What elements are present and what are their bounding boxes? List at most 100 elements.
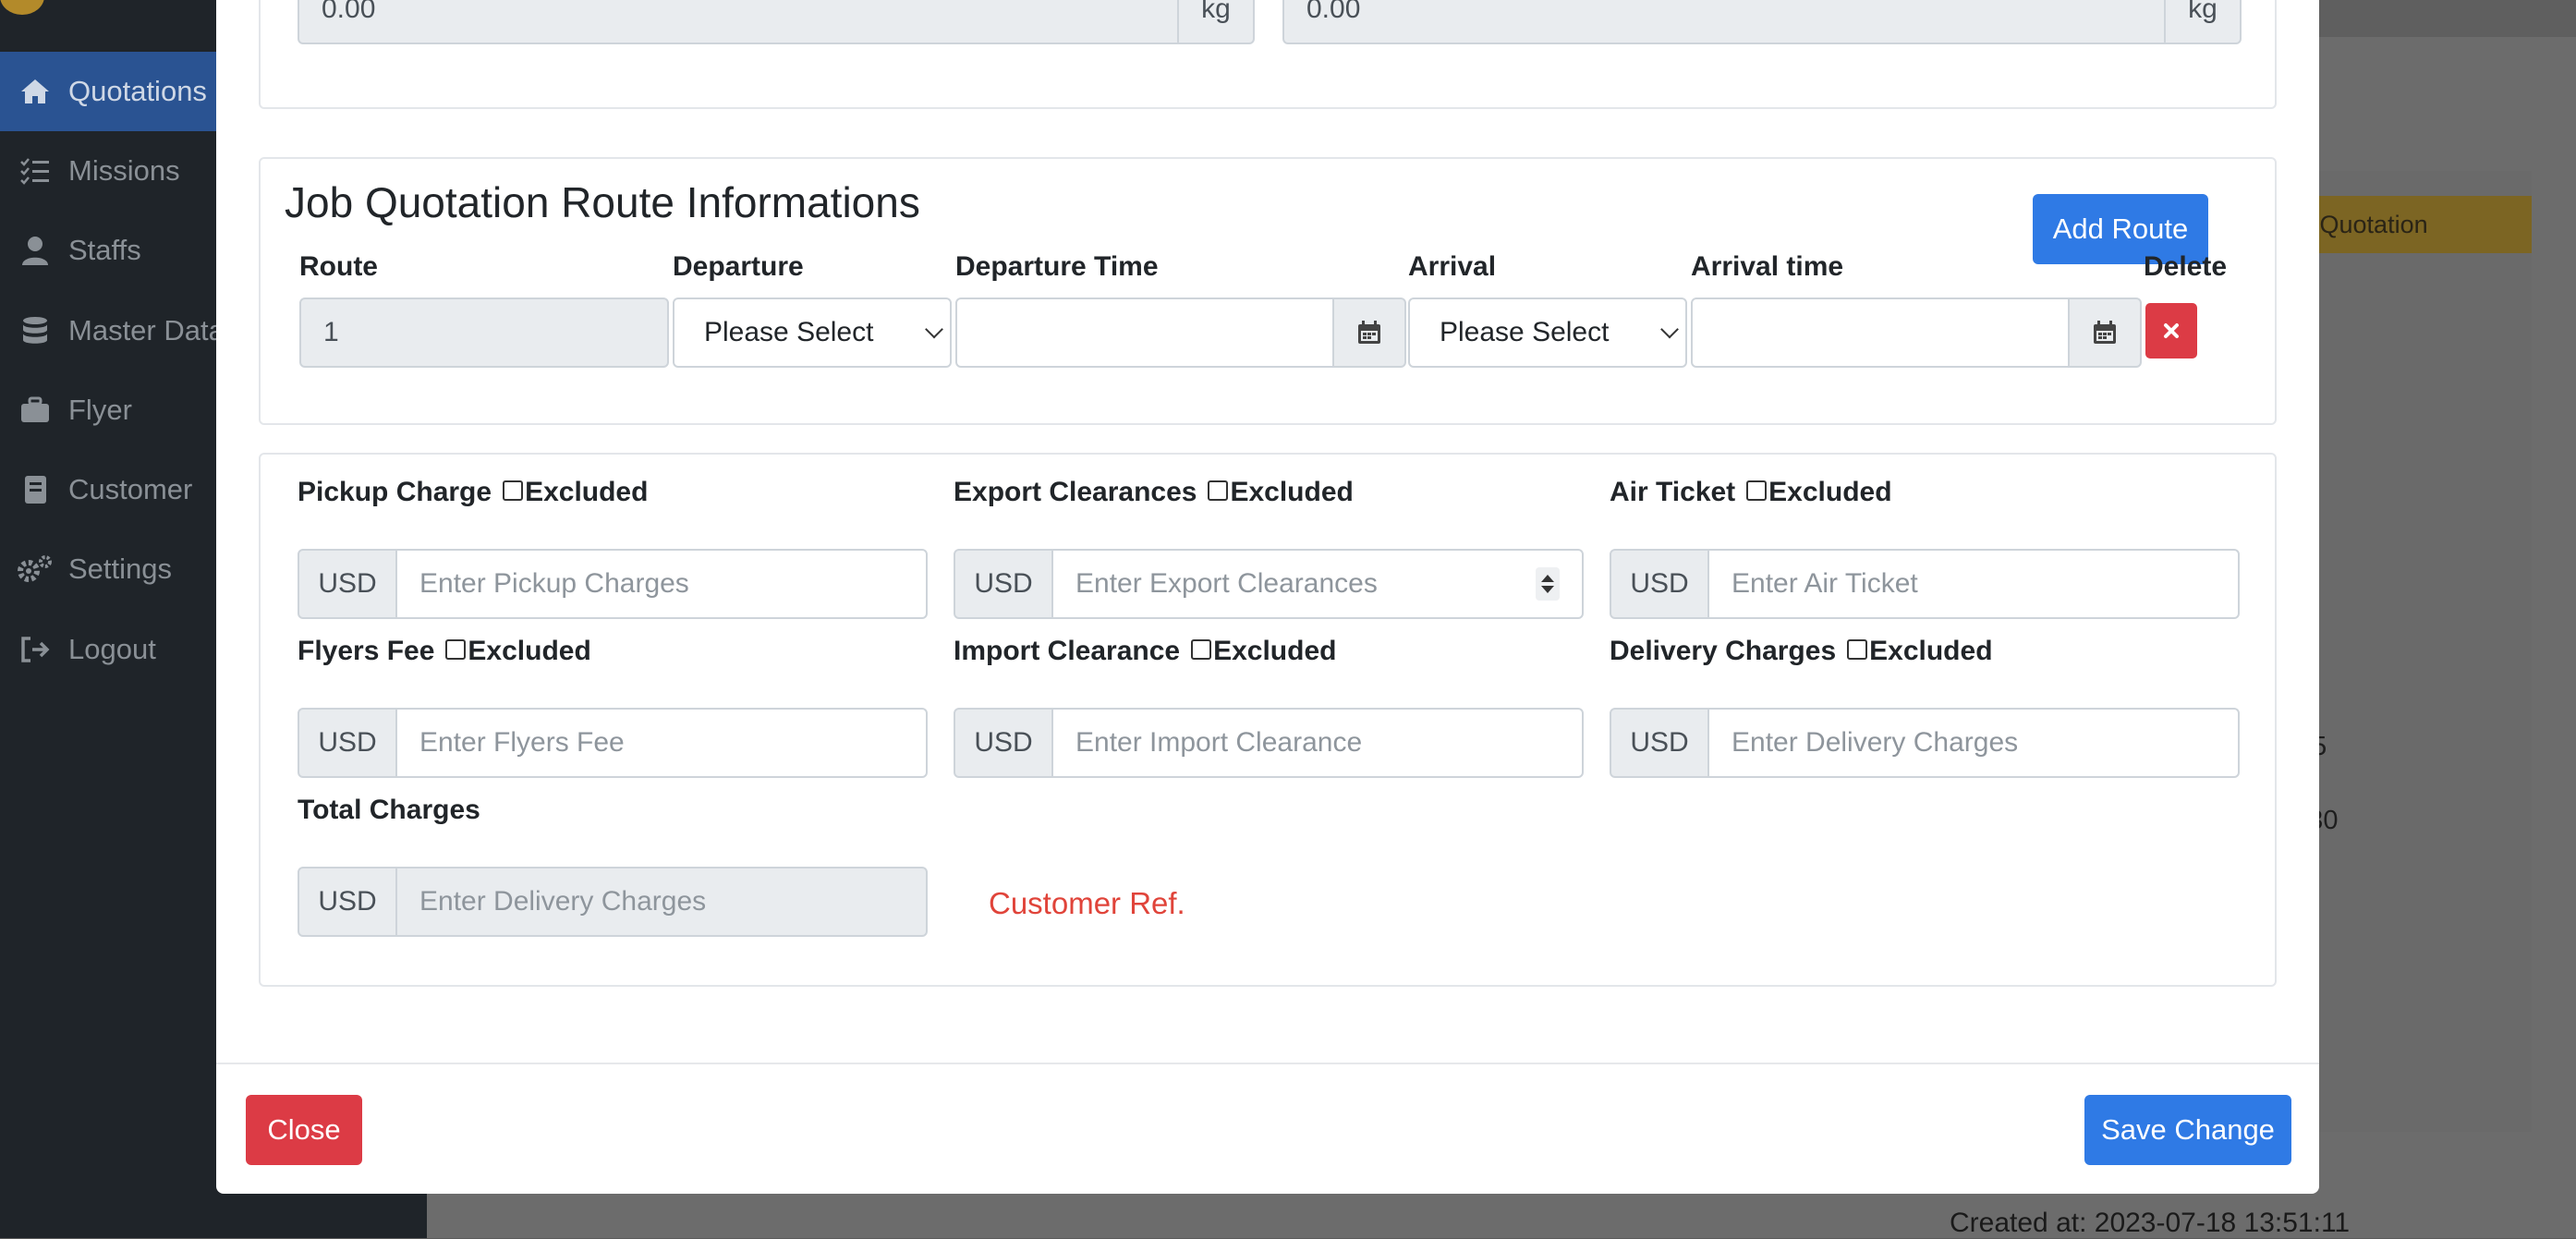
flyers-fee-placeholder: Enter Flyers Fee [419, 727, 625, 758]
calendar-icon [1358, 321, 1380, 344]
delivery-charges-label-text: Delivery Charges [1610, 636, 1837, 666]
user-icon [17, 236, 54, 265]
import-clearance-placeholder: Enter Import Clearance [1075, 727, 1363, 758]
currency-addon: USD [954, 549, 1053, 619]
backdrop-quotation-button: n Quotation [2291, 196, 2532, 253]
air-ticket-label-text: Air Ticket [1610, 477, 1736, 507]
currency-addon: USD [1610, 708, 1709, 778]
delivery-charges-label: Delivery Charges Excluded [1610, 636, 1993, 667]
excluded-label: Excluded [1768, 477, 1892, 507]
customer-ref-label: Customer Ref. [989, 886, 1185, 920]
stepper-up-icon [1541, 575, 1554, 582]
logo [0, 0, 44, 15]
sidebar-item-label: Missions [68, 154, 180, 187]
arrival-selected: Please Select [1440, 317, 1610, 347]
sidebar-item-label: Master Data [68, 314, 225, 346]
sidebar-item-label: Logout [68, 633, 156, 665]
pickup-charge-input[interactable]: Enter Pickup Charges [395, 549, 928, 619]
pickup-charge-placeholder: Enter Pickup Charges [419, 568, 689, 599]
departure-time-input[interactable] [955, 298, 1334, 368]
excluded-label: Excluded [1869, 636, 1993, 666]
route-header: Route [299, 251, 378, 282]
weight-right-input[interactable]: 0.00 [1282, 0, 2166, 44]
excluded-label: Excluded [1230, 477, 1354, 507]
flyers-fee-input[interactable]: Enter Flyers Fee [395, 708, 928, 778]
arrival-time-input[interactable] [1691, 298, 2070, 368]
pickup-charge-label: Pickup Charge Excluded [298, 477, 648, 508]
delivery-excluded-checkbox[interactable] [1847, 639, 1868, 661]
backdrop-created-at: Created at: 2023-07-18 13:51:11 [1950, 1208, 2351, 1238]
weight-left-unit: kg [1177, 0, 1255, 44]
total-charges-placeholder: Enter Delivery Charges [419, 886, 707, 917]
arrival-calendar-button[interactable] [2068, 298, 2142, 368]
import-excluded-checkbox[interactable] [1191, 639, 1212, 661]
calendar-icon [2094, 321, 2116, 344]
delete-header: Delete [2144, 251, 2228, 282]
route-section-title: Job Quotation Route Informations [285, 178, 920, 226]
backdrop-strip [2319, 0, 2576, 37]
export-excluded-checkbox[interactable] [1208, 480, 1229, 502]
excluded-label: Excluded [525, 477, 649, 507]
suitcase-icon [17, 396, 54, 424]
sidebar-item-label: Staffs [68, 234, 141, 266]
currency-addon: USD [298, 867, 397, 937]
pickup-excluded-checkbox[interactable] [503, 480, 524, 502]
modal-footer-divider [216, 1063, 2319, 1064]
sign-out-icon [17, 636, 54, 663]
departure-select[interactable]: Please Select [673, 298, 952, 368]
weights-card: 0.00 kg 0.00 kg [259, 0, 2277, 109]
arrival-header: Arrival [1408, 251, 1497, 282]
delivery-charges-input[interactable]: Enter Delivery Charges [1707, 708, 2240, 778]
total-charges-label: Total Charges [298, 795, 480, 825]
save-change-button[interactable]: Save Change [2084, 1095, 2291, 1165]
export-clearances-input[interactable]: Enter Export Clearances [1051, 549, 1584, 619]
gears-icon [17, 554, 54, 584]
departure-time-header: Departure Time [955, 251, 1159, 282]
charges-card: Pickup Charge Excluded Export Clearances E… [259, 453, 2277, 987]
delete-route-button[interactable] [2145, 303, 2197, 358]
address-book-icon [17, 475, 54, 504]
departure-selected: Please Select [704, 317, 874, 347]
currency-addon: USD [298, 708, 397, 778]
delivery-charges-placeholder: Enter Delivery Charges [1732, 727, 2019, 758]
import-clearance-input[interactable]: Enter Import Clearance [1051, 708, 1584, 778]
air-ticket-excluded-checkbox[interactable] [1746, 480, 1768, 502]
currency-addon: USD [298, 549, 397, 619]
route-number-value: 1 [323, 317, 339, 347]
total-charges-input[interactable]: Enter Delivery Charges [395, 867, 928, 937]
weight-left-value: 0.00 [322, 0, 376, 24]
import-clearance-label: Import Clearance Excluded [954, 636, 1336, 667]
air-ticket-input[interactable]: Enter Air Ticket [1707, 549, 2240, 619]
number-stepper[interactable] [1536, 567, 1560, 601]
arrival-time-header: Arrival time [1691, 251, 1844, 282]
pickup-charge-label-text: Pickup Charge [298, 477, 492, 507]
quotation-modal: 0.00 kg 0.00 kg Job Quotation Route Info… [216, 0, 2319, 1194]
arrival-select[interactable]: Please Select [1408, 298, 1687, 368]
export-clearances-placeholder: Enter Export Clearances [1075, 568, 1378, 599]
flyers-fee-label: Flyers Fee Excluded [298, 636, 591, 667]
backdrop-card [2282, 171, 2532, 1132]
departure-calendar-button[interactable] [1332, 298, 1406, 368]
weight-right-value: 0.00 [1306, 0, 1361, 24]
close-icon [2164, 323, 2179, 338]
route-card: Job Quotation Route Informations Add Rou… [259, 157, 2277, 425]
currency-addon: USD [954, 708, 1053, 778]
database-icon [17, 316, 54, 346]
sidebar-item-label: Settings [68, 553, 173, 585]
stepper-down-icon [1541, 586, 1554, 593]
air-ticket-placeholder: Enter Air Ticket [1732, 568, 1918, 599]
weight-left-input[interactable]: 0.00 [298, 0, 1179, 44]
currency-addon: USD [1610, 549, 1709, 619]
weight-right-unit: kg [2164, 0, 2242, 44]
route-number-input[interactable]: 1 [299, 298, 669, 368]
import-clearance-label-text: Import Clearance [954, 636, 1181, 666]
air-ticket-label: Air Ticket Excluded [1610, 477, 1892, 508]
chevron-down-icon [925, 320, 943, 339]
sidebar-item-label: Customer [68, 473, 193, 505]
flyers-fee-excluded-checkbox[interactable] [445, 639, 467, 661]
close-button[interactable]: Close [246, 1095, 362, 1165]
chevron-down-icon [1660, 320, 1679, 339]
flyers-fee-label-text: Flyers Fee [298, 636, 435, 666]
list-check-icon [17, 157, 54, 185]
export-clearances-label: Export Clearances Excluded [954, 477, 1354, 508]
